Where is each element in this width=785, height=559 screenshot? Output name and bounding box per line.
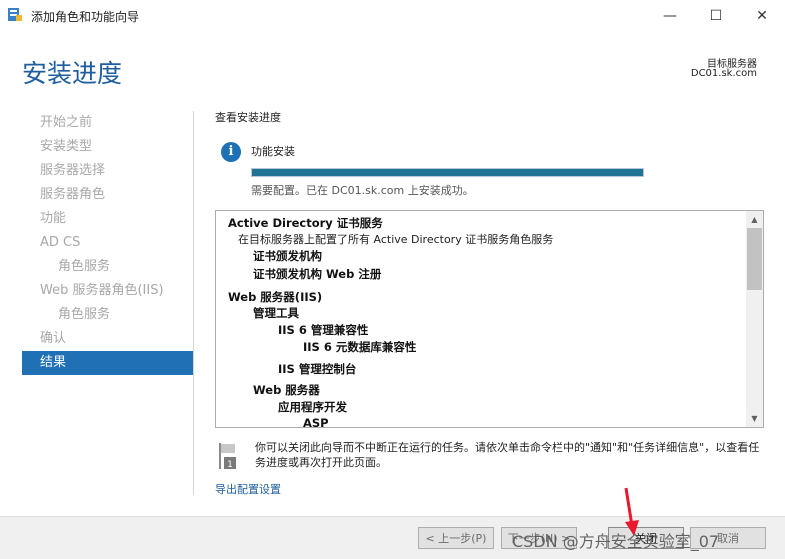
notification-flag-icon: 1: [219, 443, 236, 470]
export-config-link[interactable]: 导出配置设置: [215, 481, 281, 497]
sidebar-item[interactable]: 结果: [22, 351, 193, 375]
result-line: 在目标服务器上配置了所有 Active Directory 证书服务角色服务: [238, 233, 554, 246]
result-line: IIS 6 元数据库兼容性: [303, 340, 417, 354]
status-message: 需要配置。已在 DC01.sk.com 上安装成功。: [251, 184, 474, 197]
minimize-button[interactable]: —: [647, 0, 693, 31]
sidebar-item: 角色服务: [58, 307, 111, 322]
note-icon-number: 1: [227, 460, 233, 470]
page-title: 安装进度: [22, 59, 123, 88]
result-line: 证书颁发机构 Web 注册: [253, 267, 382, 281]
scroll-down-icon[interactable]: ▼: [746, 410, 763, 427]
info-icon: i: [221, 142, 241, 162]
sidebar-item: 功能: [40, 211, 67, 226]
sidebar-item: 服务器角色: [40, 187, 106, 202]
results-scrollbar[interactable]: ▲ ▼: [746, 211, 763, 427]
maximize-button[interactable]: ☐: [693, 0, 739, 31]
window-title: 添加角色和功能向导: [31, 10, 140, 24]
result-line: 管理工具: [253, 306, 299, 320]
note-text: 你可以关闭此向导而不中断正在运行的任务。请依次单击命令栏中的"通知"和"任务详细…: [255, 441, 760, 469]
result-line: Active Directory 证书服务: [228, 216, 383, 230]
results-list[interactable]: Active Directory 证书服务在目标服务器上配置了所有 Active…: [215, 210, 764, 428]
section-label: 查看安装进度: [215, 111, 281, 124]
sidebar-item: 确认: [40, 331, 67, 346]
sidebar-item: 安装类型: [40, 139, 93, 154]
sidebar-item: 开始之前: [40, 115, 93, 130]
result-line: ASP: [303, 416, 329, 428]
progress-fill: [252, 169, 643, 176]
result-line: 应用程序开发: [278, 400, 347, 414]
result-line: 证书颁发机构: [253, 249, 322, 263]
scroll-up-icon[interactable]: ▲: [746, 211, 763, 228]
sidebar-item: AD CS: [40, 235, 81, 250]
sidebar-item: Web 服务器角色(IIS): [40, 283, 164, 298]
status-title: 功能安装: [251, 145, 295, 158]
result-line: Web 服务器(IIS): [228, 290, 323, 304]
watermark: CSDN @方舟安全实验室_07: [512, 532, 720, 551]
sidebar-item: 角色服务: [58, 259, 111, 274]
title-bar: 添加角色和功能向导 — ☐ ✕: [0, 0, 785, 31]
wizard-steps-nav: 开始之前安装类型服务器选择服务器角色功能 AD CS 角色服务 Web 服务器角色(I…: [22, 111, 193, 375]
install-progress-bar: [251, 168, 644, 177]
nav-divider: [193, 111, 194, 495]
scroll-thumb[interactable]: [747, 228, 762, 290]
result-line: IIS 6 管理兼容性: [278, 323, 369, 337]
previous-button[interactable]: < 上一步(P): [418, 527, 494, 549]
target-server-name: DC01.sk.com: [690, 68, 757, 79]
close-window-button[interactable]: ✕: [739, 0, 785, 31]
result-line: Web 服务器: [253, 383, 320, 397]
sidebar-item: 服务器选择: [40, 163, 106, 178]
server-manager-icon: [8, 8, 22, 21]
result-line: IIS 管理控制台: [278, 362, 357, 376]
